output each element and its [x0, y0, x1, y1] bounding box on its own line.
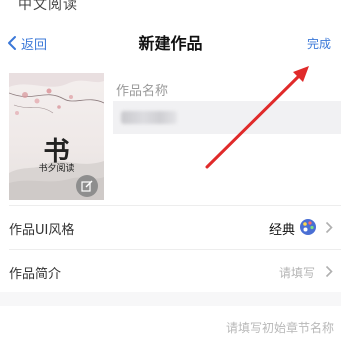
done-button[interactable]: 完成 [307, 35, 331, 52]
navigation-bar: 返回 新建作品 完成 [0, 22, 341, 62]
intro-label: 作品简介 [9, 267, 62, 282]
edit-icon [81, 180, 93, 192]
intro-row[interactable]: 作品简介 请填写 [0, 250, 341, 292]
ui-style-label: 作品UI风格 [9, 223, 75, 238]
section-gap [0, 292, 341, 306]
work-name-blurred-value [121, 111, 177, 124]
chevron-right-icon [325, 221, 333, 234]
ui-style-row[interactable]: 作品UI风格 经典 [0, 206, 341, 248]
ui-style-value: 经典 [268, 223, 295, 238]
status-bar-text: 中文阅读 [18, 0, 78, 13]
work-name-label: 作品名称 [116, 84, 169, 99]
status-bar-fragment: 中文阅读 [0, 0, 341, 22]
edit-cover-button[interactable] [76, 175, 98, 197]
chapter-name-input[interactable]: 请填写初始章节名称 [226, 319, 334, 336]
palette-icon [300, 219, 316, 235]
intro-placeholder: 请填写 [278, 266, 315, 280]
page-title: 新建作品 [138, 34, 203, 53]
chevron-right-icon [325, 265, 333, 278]
cover-brand-text: 书夕阅读 [38, 164, 75, 174]
